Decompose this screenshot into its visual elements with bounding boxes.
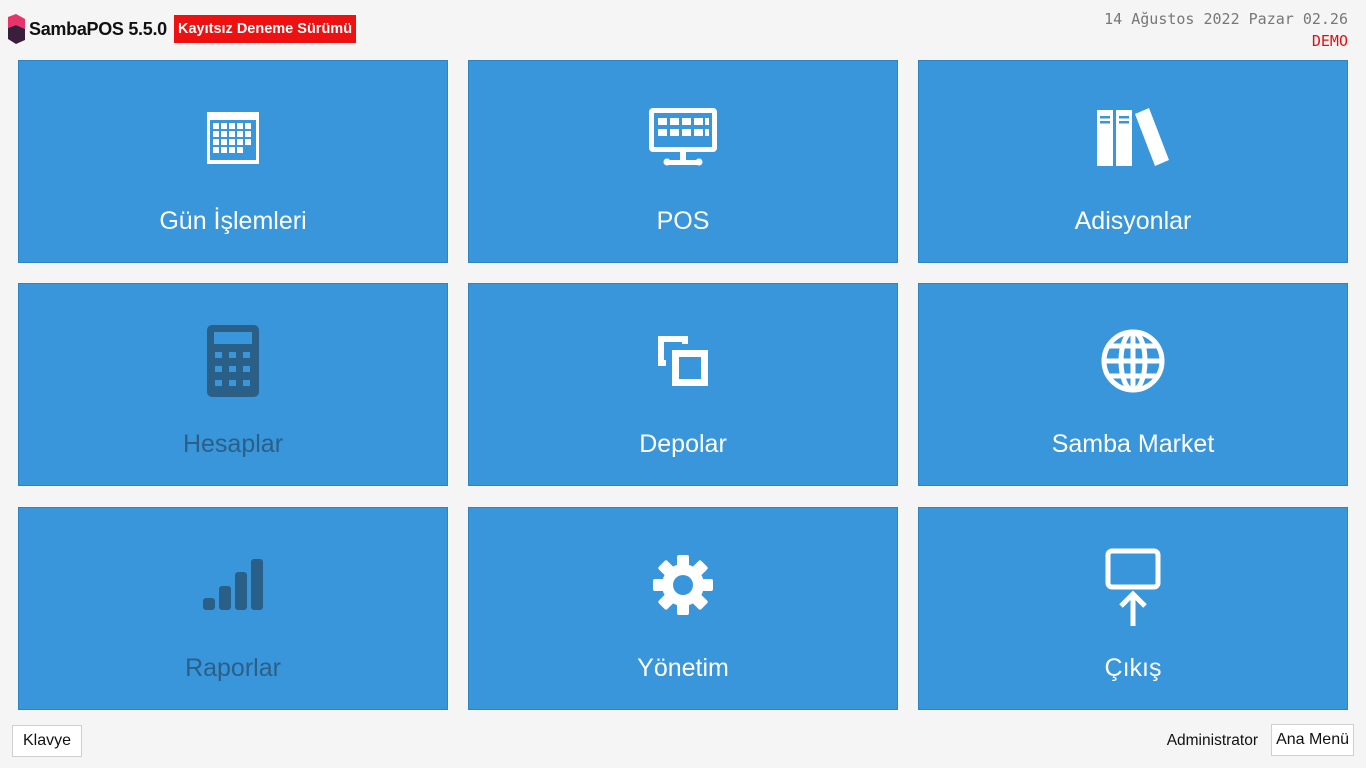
tile-label: Gün İşlemleri	[159, 207, 307, 235]
tile-depolar[interactable]: Depolar	[468, 283, 898, 486]
signal-bars-icon	[193, 550, 273, 620]
copy-icon	[643, 326, 723, 396]
tile-label: Adisyonlar	[1074, 207, 1192, 235]
tile-pos[interactable]: POS	[468, 60, 898, 263]
tile-samba-market[interactable]: Samba Market	[918, 283, 1348, 486]
tile-label: Samba Market	[1051, 430, 1215, 458]
main-menu-button[interactable]: Ana Menü	[1271, 724, 1354, 756]
tile-label: Depolar	[639, 430, 727, 458]
main-menu-grid: Gün İşlemleri POS Adisyonlar Hesaplar De…	[18, 60, 1348, 710]
header: SambaPOS 5.5.0 Kayıtsız Deneme Sürümü 14…	[0, 0, 1366, 56]
books-icon	[1093, 103, 1173, 173]
calculator-icon	[193, 325, 273, 397]
logout-icon	[1093, 548, 1173, 628]
tile-label: Yönetim	[637, 654, 729, 682]
app-title: SambaPOS 5.5.0	[29, 19, 167, 39]
datetime: 14 Ağustos 2022 Pazar 02.26	[1104, 10, 1348, 28]
tile-raporlar[interactable]: Raporlar	[18, 507, 448, 710]
gear-icon	[643, 550, 723, 620]
sambapos-logo-icon	[8, 14, 25, 44]
tile-label: Raporlar	[185, 654, 281, 682]
pos-terminal-icon	[643, 103, 723, 173]
tile-yonetim[interactable]: Yönetim	[468, 507, 898, 710]
calendar-icon	[193, 103, 273, 173]
tile-cikis[interactable]: Çıkış	[918, 507, 1348, 710]
demo-label: DEMO	[1311, 32, 1348, 50]
trial-badge: Kayıtsız Deneme Sürümü	[174, 15, 357, 43]
tile-label: Hesaplar	[182, 430, 284, 458]
tile-gun-islemleri[interactable]: Gün İşlemleri	[18, 60, 448, 263]
tile-adisyonlar[interactable]: Adisyonlar	[918, 60, 1348, 263]
tile-hesaplar[interactable]: Hesaplar	[18, 283, 448, 486]
tile-label: Çıkış	[1104, 654, 1162, 682]
tile-label: POS	[656, 207, 710, 235]
keyboard-button[interactable]: Klavye	[12, 725, 83, 757]
current-user: Administrator	[1166, 732, 1258, 749]
globe-icon	[1093, 326, 1173, 396]
